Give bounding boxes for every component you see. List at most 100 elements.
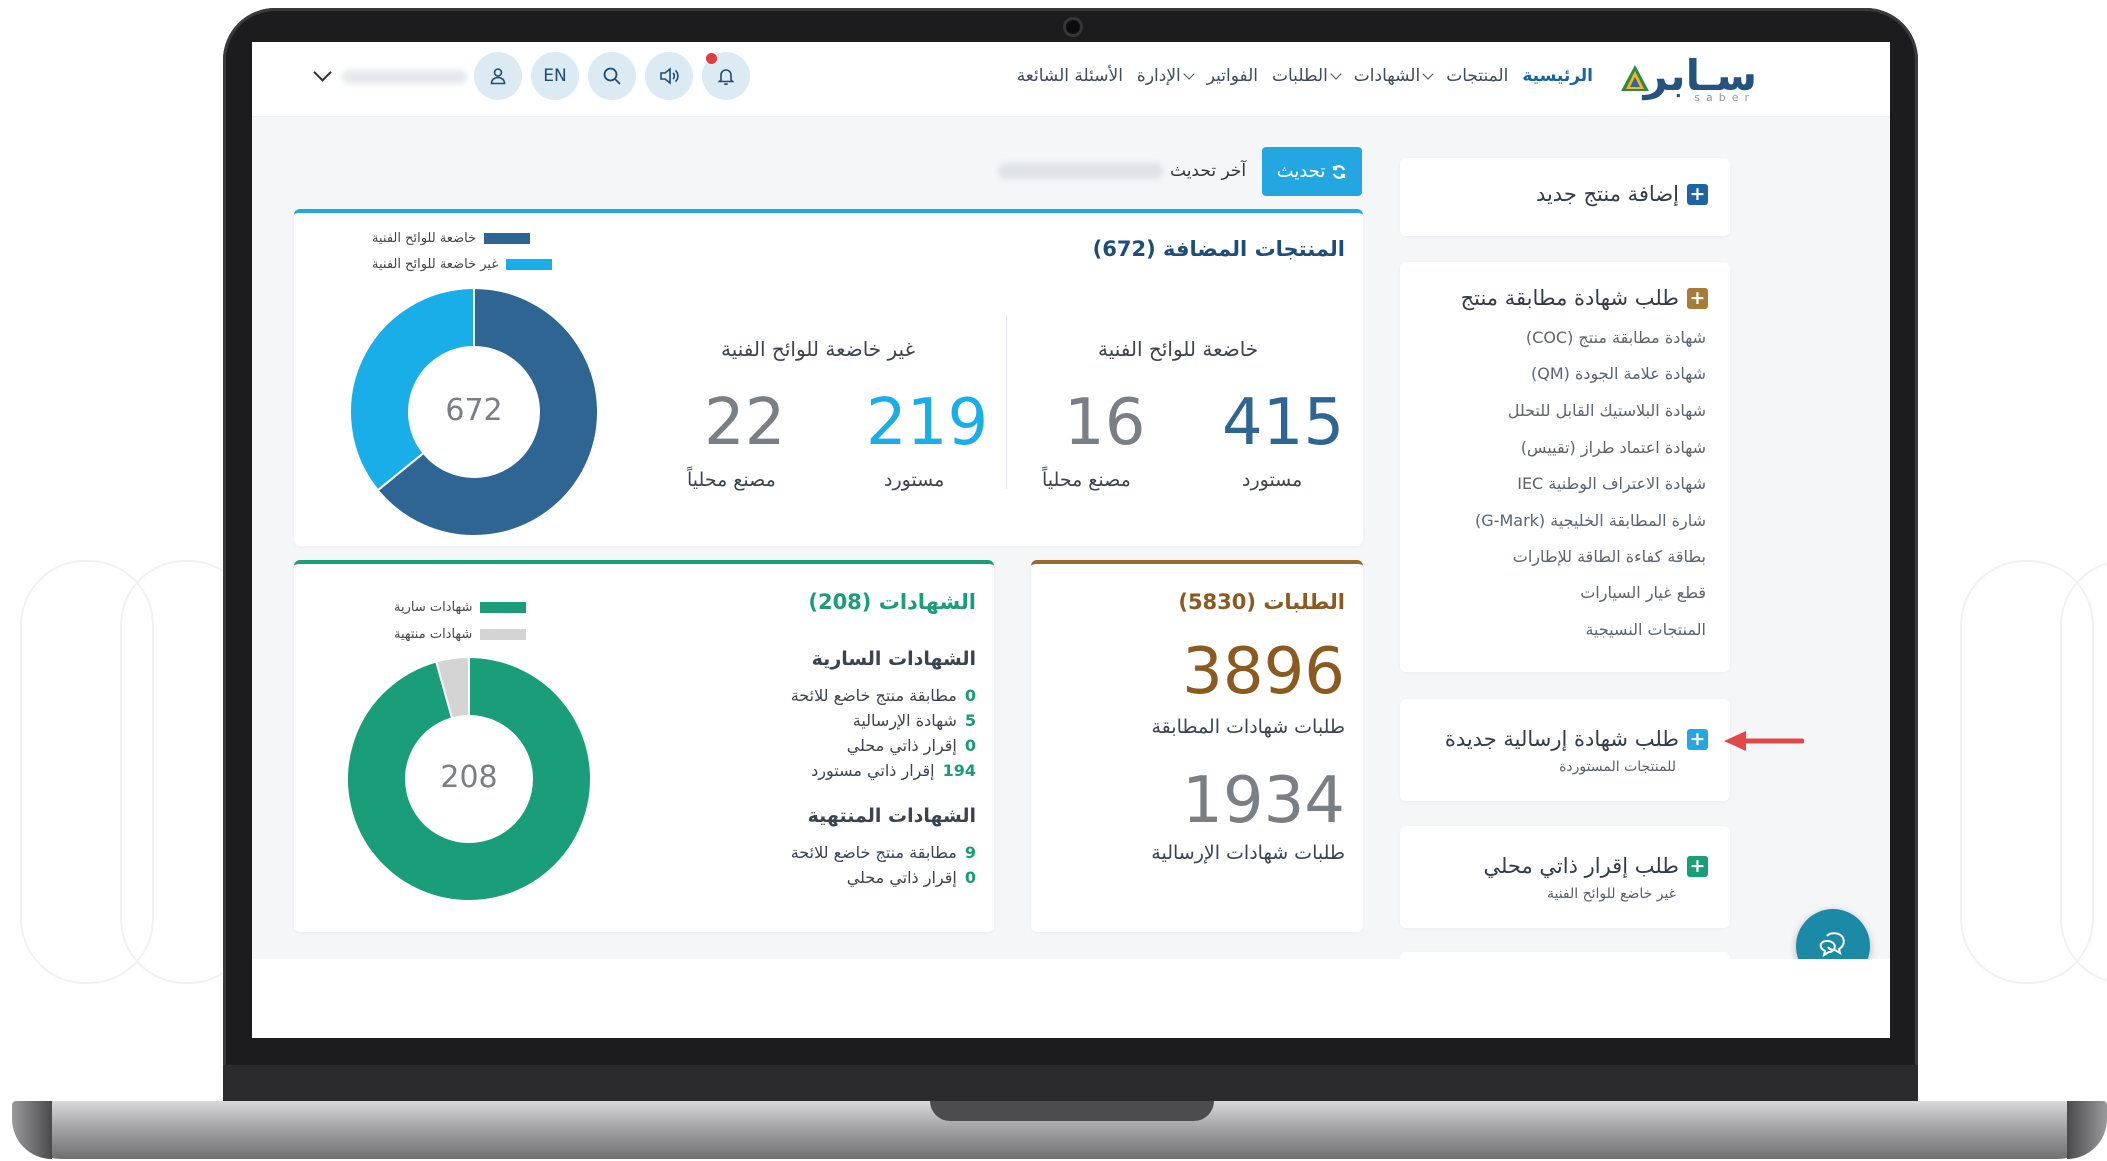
nav-requests[interactable]: الطلبات xyxy=(1265,66,1347,86)
saber-logo[interactable]: سـابر saber xyxy=(1619,51,1757,105)
active-cert-row: 5 شهادة الإرسالية xyxy=(853,711,976,730)
last-update-label: آخر تحديث xyxy=(1170,161,1247,181)
top-header: سـابر saber الرئيسية المنتجات الشهادات ا… xyxy=(252,42,1890,117)
legend-non-regulated: غير خاضعة للوائح الفنية xyxy=(372,257,553,272)
auto-spare-parts-link[interactable]: قطع غيار السيارات xyxy=(1580,583,1706,602)
chevron-down-icon[interactable] xyxy=(313,63,332,82)
cert-count: 0 xyxy=(964,736,976,755)
type-approval-link[interactable]: شهادة اعتماد طراز (تقييس) xyxy=(1521,438,1706,457)
refresh-button[interactable]: تحديث xyxy=(1262,147,1362,196)
products-donut-chart[interactable]: 672 xyxy=(349,287,599,537)
cert-label: إقرار ذاتي مستورد xyxy=(811,761,935,780)
requests-title: الطلبات (5830) xyxy=(1178,590,1345,614)
laptop-screen: سـابر saber الرئيسية المنتجات الشهادات ا… xyxy=(252,42,1890,1038)
regulated-imported-value: 415 xyxy=(1222,386,1345,460)
self-declaration-label: طلب إقرار ذاتي محلي xyxy=(1483,854,1679,878)
requests-title-text: الطلبات xyxy=(1263,590,1345,614)
cert-count: 194 xyxy=(942,761,976,780)
add-product-card[interactable]: + إضافة منتج جديد xyxy=(1400,158,1730,236)
shipment-request-title[interactable]: + طلب شهادة إرسالية جديدة xyxy=(1445,727,1708,751)
qm-link[interactable]: شهادة علامة الجودة (QM) xyxy=(1531,364,1706,383)
products-title-text: المنتجات المضافة xyxy=(1163,237,1345,261)
nav-faq-label: الأسئلة الشائعة xyxy=(1016,66,1123,86)
notifications-button[interactable] xyxy=(702,52,750,100)
donut-slice-non-regulated[interactable] xyxy=(349,287,475,492)
user-name-redacted[interactable] xyxy=(342,70,467,84)
chevron-down-icon xyxy=(1330,68,1342,80)
language-button[interactable]: EN xyxy=(531,52,579,100)
plus-icon: + xyxy=(1687,287,1708,309)
active-cert-row: 0 مطابقة منتج خاضع للائحة xyxy=(791,686,976,705)
conformity-requests-value: 3896 xyxy=(1182,635,1345,709)
annotation-arrow-icon xyxy=(1724,731,1804,751)
shipment-request-card[interactable]: + طلب شهادة إرسالية جديدة للمنتجات المست… xyxy=(1400,699,1730,801)
chevron-down-icon xyxy=(1183,68,1195,80)
biodegradable-plastic-link[interactable]: شهادة البلاستيك القابل للتحلل xyxy=(1508,401,1706,420)
legend-expired-label: شهادات منتهية xyxy=(394,627,473,642)
active-cert-row: 194 إقرار ذاتي مستورد xyxy=(811,761,976,780)
cert-label: مطابقة منتج خاضع للائحة xyxy=(790,843,957,862)
active-cert-row: 0 إقرار ذاتي محلي xyxy=(847,736,976,755)
nav-home-label: الرئيسية xyxy=(1522,66,1593,86)
iec-recognition-link[interactable]: شهادة الاعتراف الوطنية IEC xyxy=(1517,474,1706,493)
shipment-request-sub: للمنتجات المستوردة xyxy=(1559,759,1676,775)
certificates-card: الشهادات (208) الشهادات السارية 0 مطابقة … xyxy=(294,560,994,932)
coc-link[interactable]: شهادة مطابقة منتج (COC) xyxy=(1526,328,1706,347)
refresh-label: تحديث xyxy=(1276,161,1326,182)
laptop-notch xyxy=(930,1101,1214,1121)
nav-requests-label: الطلبات xyxy=(1272,66,1328,86)
certificates-donut-chart[interactable]: 208 xyxy=(346,656,592,902)
speaker-icon xyxy=(660,67,679,85)
products-donut-center: 672 xyxy=(445,393,502,428)
profile-button[interactable] xyxy=(474,52,522,100)
cert-count: 5 xyxy=(964,711,976,730)
legend-expired: شهادات منتهية xyxy=(394,627,527,642)
nav-invoices[interactable]: الفواتير xyxy=(1200,66,1265,86)
expired-cert-row: 9 مطابقة منتج خاضع للائحة xyxy=(791,843,976,862)
cert-label: إقرار ذاتي محلي xyxy=(846,868,957,887)
shipment-requests-value: 1934 xyxy=(1182,764,1345,838)
nav-faq[interactable]: الأسئلة الشائعة xyxy=(1010,66,1130,86)
nav-home[interactable]: الرئيسية xyxy=(1515,66,1600,86)
coc-request-label: طلب شهادة مطابقة منتج xyxy=(1460,286,1679,310)
cert-count: 0 xyxy=(964,868,976,887)
nav-products[interactable]: المنتجات xyxy=(1439,66,1515,86)
products-total: (672) xyxy=(1092,237,1156,261)
regulated-title: خاضعة للوائح الفنية xyxy=(1098,337,1259,361)
coc-request-title[interactable]: + طلب شهادة مطابقة منتج xyxy=(1461,286,1708,310)
page-bottom-area xyxy=(252,959,1890,1038)
nav-invoices-label: الفواتير xyxy=(1206,66,1258,86)
tire-energy-label-link[interactable]: بطاقة كفاءة الطاقة للإطارات xyxy=(1513,547,1706,566)
non-regulated-title: غير خاضعة للوائح الفنية xyxy=(721,337,916,361)
certificates-title-text: الشهادات xyxy=(878,590,976,614)
legend-active: شهادات سارية xyxy=(394,600,527,615)
search-icon xyxy=(603,67,621,85)
laptop-hinge xyxy=(223,1065,1918,1102)
cert-label: شهادة الإرسالية xyxy=(852,711,957,730)
logo-subtext: saber xyxy=(1694,91,1755,104)
legend-active-label: شهادات سارية xyxy=(394,600,473,615)
nav-admin[interactable]: الإدارة xyxy=(1130,66,1200,86)
coc-request-card: + طلب شهادة مطابقة منتج شهادة مطابقة منت… xyxy=(1400,262,1730,672)
non-regulated-imported-value: 219 xyxy=(866,386,989,460)
self-declaration-sub: غير خاضع للوائح الفنية xyxy=(1546,886,1676,902)
expired-cert-row: 0 إقرار ذاتي محلي xyxy=(847,868,976,887)
regulated-imported-label: مستورد xyxy=(1242,469,1303,491)
search-button[interactable] xyxy=(588,52,636,100)
self-declaration-title[interactable]: + طلب إقرار ذاتي محلي xyxy=(1483,854,1708,878)
legend-swatch xyxy=(480,629,527,640)
certificates-total: (208) xyxy=(808,590,872,614)
self-declaration-card[interactable]: + طلب إقرار ذاتي محلي غير خاضع للوائح ال… xyxy=(1400,826,1730,928)
textile-products-link[interactable]: المنتجات النسيجية xyxy=(1585,620,1706,639)
products-card: المنتجات المضافة (672) خاضعة للوائح الفن… xyxy=(294,209,1363,546)
requests-card: الطلبات (5830) 3896 طلبات شهادات المطابق… xyxy=(1031,560,1363,932)
plus-icon: + xyxy=(1687,728,1708,750)
nav-products-label: المنتجات xyxy=(1446,66,1509,86)
sound-button[interactable] xyxy=(645,52,693,100)
nav-certificates[interactable]: الشهادات xyxy=(1347,66,1439,86)
add-product-link[interactable]: + إضافة منتج جديد xyxy=(1536,182,1708,206)
bell-icon xyxy=(717,69,735,86)
non-regulated-local-label: مصنع محلياً xyxy=(687,469,776,491)
g-mark-link[interactable]: شارة المطابقة الخليجية (G-Mark) xyxy=(1475,511,1706,530)
regulated-local-value: 16 xyxy=(1064,386,1146,460)
